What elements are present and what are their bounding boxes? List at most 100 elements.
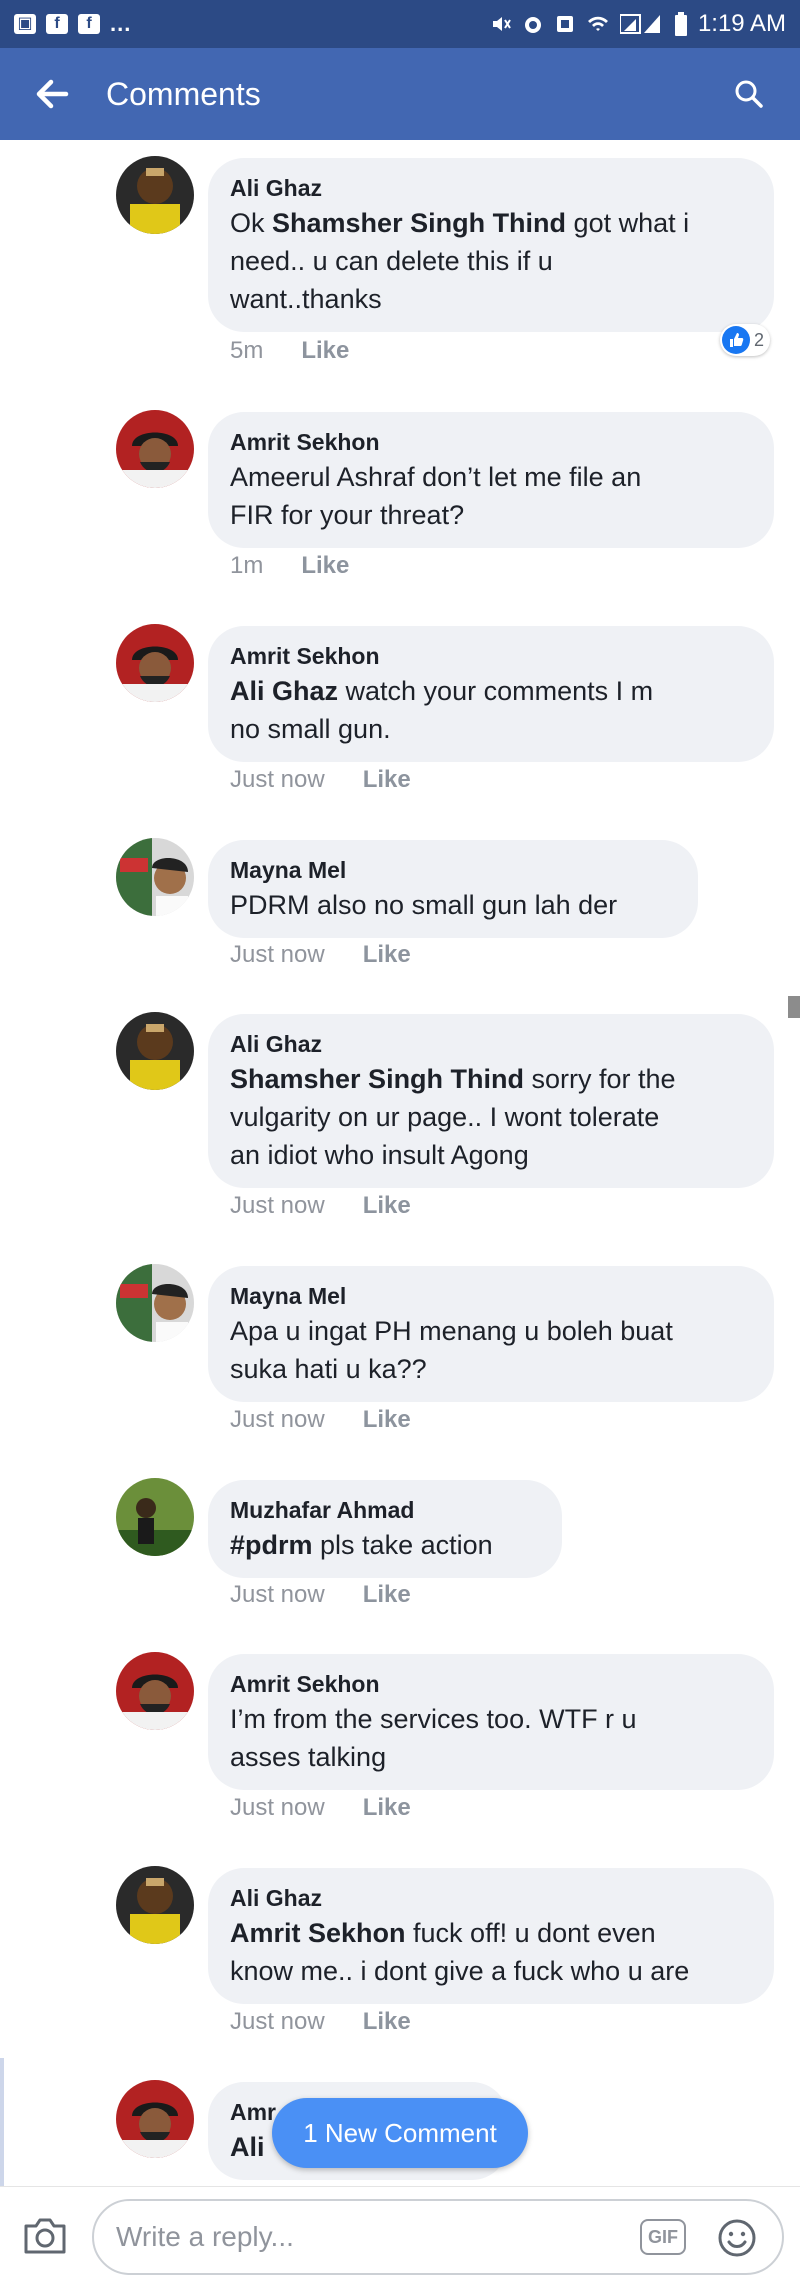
comment-time: Just now: [230, 1581, 325, 1608]
clock: 1:19 AM: [697, 10, 786, 37]
comment-text-line: Apa u ingat PH menang u boleh buat: [230, 1316, 673, 1346]
avatar[interactable]: [116, 2080, 194, 2158]
mute-icon: [492, 17, 511, 31]
new-comment-indicator-line: [0, 2058, 4, 2186]
comment-meta: 1m Like: [230, 552, 349, 580]
comment-text-line: asses talking: [230, 1742, 387, 1772]
back-button[interactable]: [22, 64, 82, 124]
comment-bubble[interactable]: Mayna Mel PDRM also no small gun lah der: [208, 840, 698, 938]
comment-bubble[interactable]: Ali Ghaz Shamsher Singh Thind sorry for …: [208, 1014, 774, 1188]
avatar[interactable]: [116, 1652, 194, 1730]
battery-icon: [674, 12, 687, 36]
facebook-icon: f: [78, 14, 100, 34]
mention-link[interactable]: Shamsher Singh Thind: [230, 1064, 524, 1094]
comment-time: Just now: [230, 1794, 325, 1821]
arrow-left-icon: [36, 79, 69, 109]
comment-text-line: Ali Ghaz watch your comments I m: [230, 676, 654, 706]
app-bar: Comments: [0, 48, 800, 140]
search-icon: [735, 80, 763, 108]
comment-bubble[interactable]: Ali Ghaz Ok Shamsher Singh Thind got wha…: [208, 158, 774, 332]
comment-author[interactable]: Amrit Sekhon: [230, 426, 752, 458]
avatar[interactable]: [116, 624, 194, 702]
comment-author[interactable]: Mayna Mel: [230, 1280, 752, 1312]
thumbs-up-icon: [721, 326, 750, 354]
comment-author[interactable]: Muzhafar Ahmad: [230, 1494, 540, 1526]
comment-bubble[interactable]: Amrit Sekhon Ali Ghaz watch your comment…: [208, 626, 774, 762]
reply-bar: GIF: [0, 2186, 800, 2286]
comment-author[interactable]: Amrit Sekhon: [230, 1668, 752, 1700]
comment-author[interactable]: Ali Ghaz: [230, 1028, 752, 1060]
comment-text-line: Shamsher Singh Thind sorry for the: [230, 1064, 676, 1094]
comment-text-line: I’m from the services too. WTF r u: [230, 1704, 637, 1734]
comment-meta: Just now Like: [230, 1406, 411, 1434]
comment-time: Just now: [230, 766, 325, 793]
like-button[interactable]: Like: [363, 1192, 411, 1220]
mention-link[interactable]: Ali Ghaz: [230, 676, 338, 706]
comment-author[interactable]: Ali Ghaz: [230, 172, 752, 204]
reaction-count[interactable]: 2: [719, 324, 770, 356]
comment-text-line: PDRM also no small gun lah der: [230, 890, 618, 920]
avatar[interactable]: [116, 1264, 194, 1342]
alarm-icon: [524, 17, 541, 33]
new-comment-button[interactable]: 1 New Comment: [272, 2098, 528, 2168]
comment-bubble[interactable]: Ali Ghaz Amrit Sekhon fuck off! u dont e…: [208, 1868, 774, 2004]
like-button[interactable]: Like: [301, 552, 349, 580]
avatar[interactable]: [116, 156, 194, 234]
avatar[interactable]: [116, 1478, 194, 1556]
comment-text-line: Ok Shamsher Singh Thind got what i: [230, 208, 690, 238]
comment-text-line: know me.. i dont give a fuck who u are: [230, 1956, 690, 1986]
avatar[interactable]: [116, 838, 194, 916]
like-button[interactable]: Like: [363, 1794, 411, 1822]
like-button[interactable]: Like: [363, 766, 411, 794]
data-icon: [556, 16, 573, 32]
more-notifications: ...: [110, 11, 132, 36]
like-button[interactable]: Like: [363, 1406, 411, 1434]
comment-text-line: Ameerul Ashraf don’t let me file an: [230, 462, 642, 492]
hashtag-link[interactable]: #pdrm: [230, 1530, 313, 1560]
avatar[interactable]: [116, 1866, 194, 1944]
search-button[interactable]: [724, 69, 774, 119]
mention-link[interactable]: Shamsher Singh Thind: [272, 208, 566, 238]
comment-list[interactable]: Ali Ghaz Ok Shamsher Singh Thind got wha…: [0, 140, 800, 2186]
like-button[interactable]: Like: [363, 941, 411, 969]
like-button[interactable]: Like: [363, 2008, 411, 2036]
gif-button[interactable]: GIF: [640, 2219, 686, 2255]
signal-icon: [619, 14, 660, 34]
mention-link[interactable]: Ali: [230, 2132, 265, 2162]
comment-text-line: #pdrm pls take action: [230, 1530, 493, 1560]
comment-time: 1m: [230, 552, 264, 579]
comment-meta: Just now Like: [230, 1581, 411, 1609]
comment-meta: Just now Like: [230, 941, 411, 969]
comment-meta: Just now Like: [230, 1192, 411, 1220]
comment-meta: Just now Like: [230, 766, 411, 794]
avatar[interactable]: [116, 1012, 194, 1090]
mention-link[interactable]: Amrit Sekhon: [230, 1918, 406, 1948]
comment-text-line: want..thanks: [230, 284, 382, 314]
comment-bubble[interactable]: Amrit Sekhon I’m from the services too. …: [208, 1654, 774, 1790]
comment-text-line: vulgarity on ur page.. I wont tolerate: [230, 1102, 660, 1132]
comment-time: 5m: [230, 337, 264, 364]
comment-bubble[interactable]: Mayna Mel Apa u ingat PH menang u boleh …: [208, 1266, 774, 1402]
comment-time: Just now: [230, 941, 325, 968]
comment-author[interactable]: Amrit Sekhon: [230, 640, 752, 672]
comment-bubble[interactable]: Muzhafar Ahmad #pdrm pls take action: [208, 1480, 562, 1578]
emoji-icon: [718, 2219, 756, 2257]
emoji-button[interactable]: [716, 2217, 758, 2259]
comment-time: Just now: [230, 1192, 325, 1219]
comment-meta: 5m Like: [230, 337, 349, 365]
comment-author[interactable]: Ali Ghaz: [230, 1882, 752, 1914]
comment-text-line: FIR for your threat?: [230, 500, 465, 530]
like-button[interactable]: Like: [301, 337, 349, 365]
page-title: Comments: [106, 75, 261, 112]
comment-text-line: suka hati u ka??: [230, 1354, 427, 1384]
avatar[interactable]: [116, 410, 194, 488]
facebook-icon: f: [46, 14, 68, 34]
comment-author[interactable]: Mayna Mel: [230, 854, 676, 886]
camera-button[interactable]: [20, 2213, 70, 2259]
comments-screen: ▣ f f ... 1:19 AM Comments Ali Ghaz Ok S…: [0, 0, 800, 2286]
scrollbar-thumb[interactable]: [788, 996, 800, 1018]
reaction-number: 2: [753, 329, 764, 350]
like-button[interactable]: Like: [363, 1581, 411, 1609]
comment-time: Just now: [230, 2008, 325, 2035]
comment-bubble[interactable]: Amrit Sekhon Ameerul Ashraf don’t let me…: [208, 412, 774, 548]
